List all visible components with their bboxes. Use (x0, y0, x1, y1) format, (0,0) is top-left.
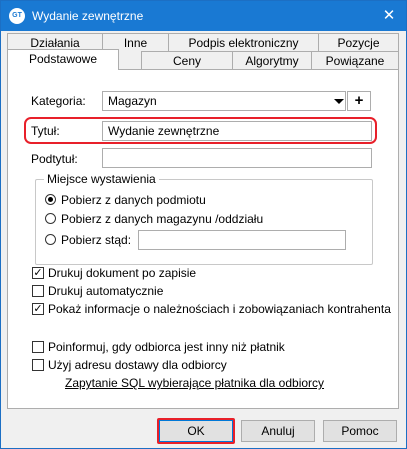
radio-pobierz-stad-label[interactable]: Pobierz stąd: (61, 233, 131, 247)
radio-pobierz-z-magazynu-label[interactable]: Pobierz z danych magazynu /oddziału (61, 212, 263, 226)
podtytul-label: Podtytuł: (31, 152, 78, 166)
app-icon: GT (9, 8, 25, 24)
kategoria-combobox[interactable]: Magazyn (102, 91, 346, 111)
button-bar: OK Anuluj Pomoc (1, 410, 406, 448)
tytul-input[interactable]: Wydanie zewnętrzne (102, 121, 372, 141)
cancel-button[interactable]: Anuluj (241, 420, 315, 442)
podtytul-input[interactable] (102, 148, 372, 168)
pobierz-stad-input[interactable] (138, 230, 346, 250)
radio-pobierz-z-podmiotu-label[interactable]: Pobierz z danych podmiotu (61, 193, 206, 207)
add-kategoria-button[interactable]: + (347, 91, 371, 111)
title-bar[interactable]: GT Wydanie zewnętrzne ✕ (1, 1, 406, 31)
miejsce-wystawienia-title: Miejsce wystawienia (44, 172, 159, 186)
tab-powiazane[interactable]: Powiązane (311, 51, 399, 69)
checkmark-icon: ✓ (33, 303, 43, 315)
chevron-down-icon (334, 99, 344, 104)
tytul-label: Tytuł: (31, 124, 60, 138)
radio-pobierz-z-magazynu[interactable] (45, 213, 56, 224)
pokaz-informacje-label[interactable]: Pokaż informacje o należnościach i zobow… (48, 302, 391, 316)
tab-podstawowe[interactable]: Podstawowe (7, 49, 119, 70)
kategoria-label: Kategoria: (31, 94, 86, 108)
checkbox-uzyj-adresu-dostawy[interactable] (32, 359, 44, 371)
tab-algorytmy[interactable]: Algorytmy (232, 51, 312, 69)
dialog-window: GT Wydanie zewnętrzne ✕ Działania Inne P… (0, 0, 407, 449)
checkbox-pokaz-informacje[interactable]: ✓ (32, 303, 44, 315)
poinformuj-odbiorca-label[interactable]: Poinformuj, gdy odbiorca jest inny niż p… (48, 340, 285, 354)
checkmark-icon: ✓ (33, 267, 43, 279)
kategoria-value: Magazyn (108, 94, 157, 108)
checkbox-drukuj-automatycznie[interactable] (32, 285, 44, 297)
tab-podpis-elektroniczny[interactable]: Podpis elektroniczny (168, 33, 319, 51)
uzyj-adresu-dostawy-label[interactable]: Użyj adresu dostawy dla odbiorcy (48, 358, 227, 372)
tab-pozycje[interactable]: Pozycje (318, 33, 399, 51)
drukuj-po-zapisie-label[interactable]: Drukuj dokument po zapisie (48, 266, 196, 280)
sql-platnik-link[interactable]: Zapytanie SQL wybierające płatnika dla o… (65, 376, 324, 390)
checkbox-drukuj-po-zapisie[interactable]: ✓ (32, 267, 44, 279)
window-title: Wydanie zewnętrzne (32, 9, 144, 23)
help-button[interactable]: Pomoc (323, 420, 397, 442)
tab-ceny[interactable]: Ceny (141, 51, 233, 69)
radio-pobierz-z-podmiotu[interactable] (45, 194, 56, 205)
radio-pobierz-stad[interactable] (45, 234, 56, 245)
close-button[interactable]: ✕ (376, 3, 402, 29)
drukuj-automatycznie-label[interactable]: Drukuj automatycznie (48, 284, 163, 298)
ok-button[interactable]: OK (159, 420, 233, 442)
checkbox-poinformuj-odbiorca[interactable] (32, 341, 44, 353)
